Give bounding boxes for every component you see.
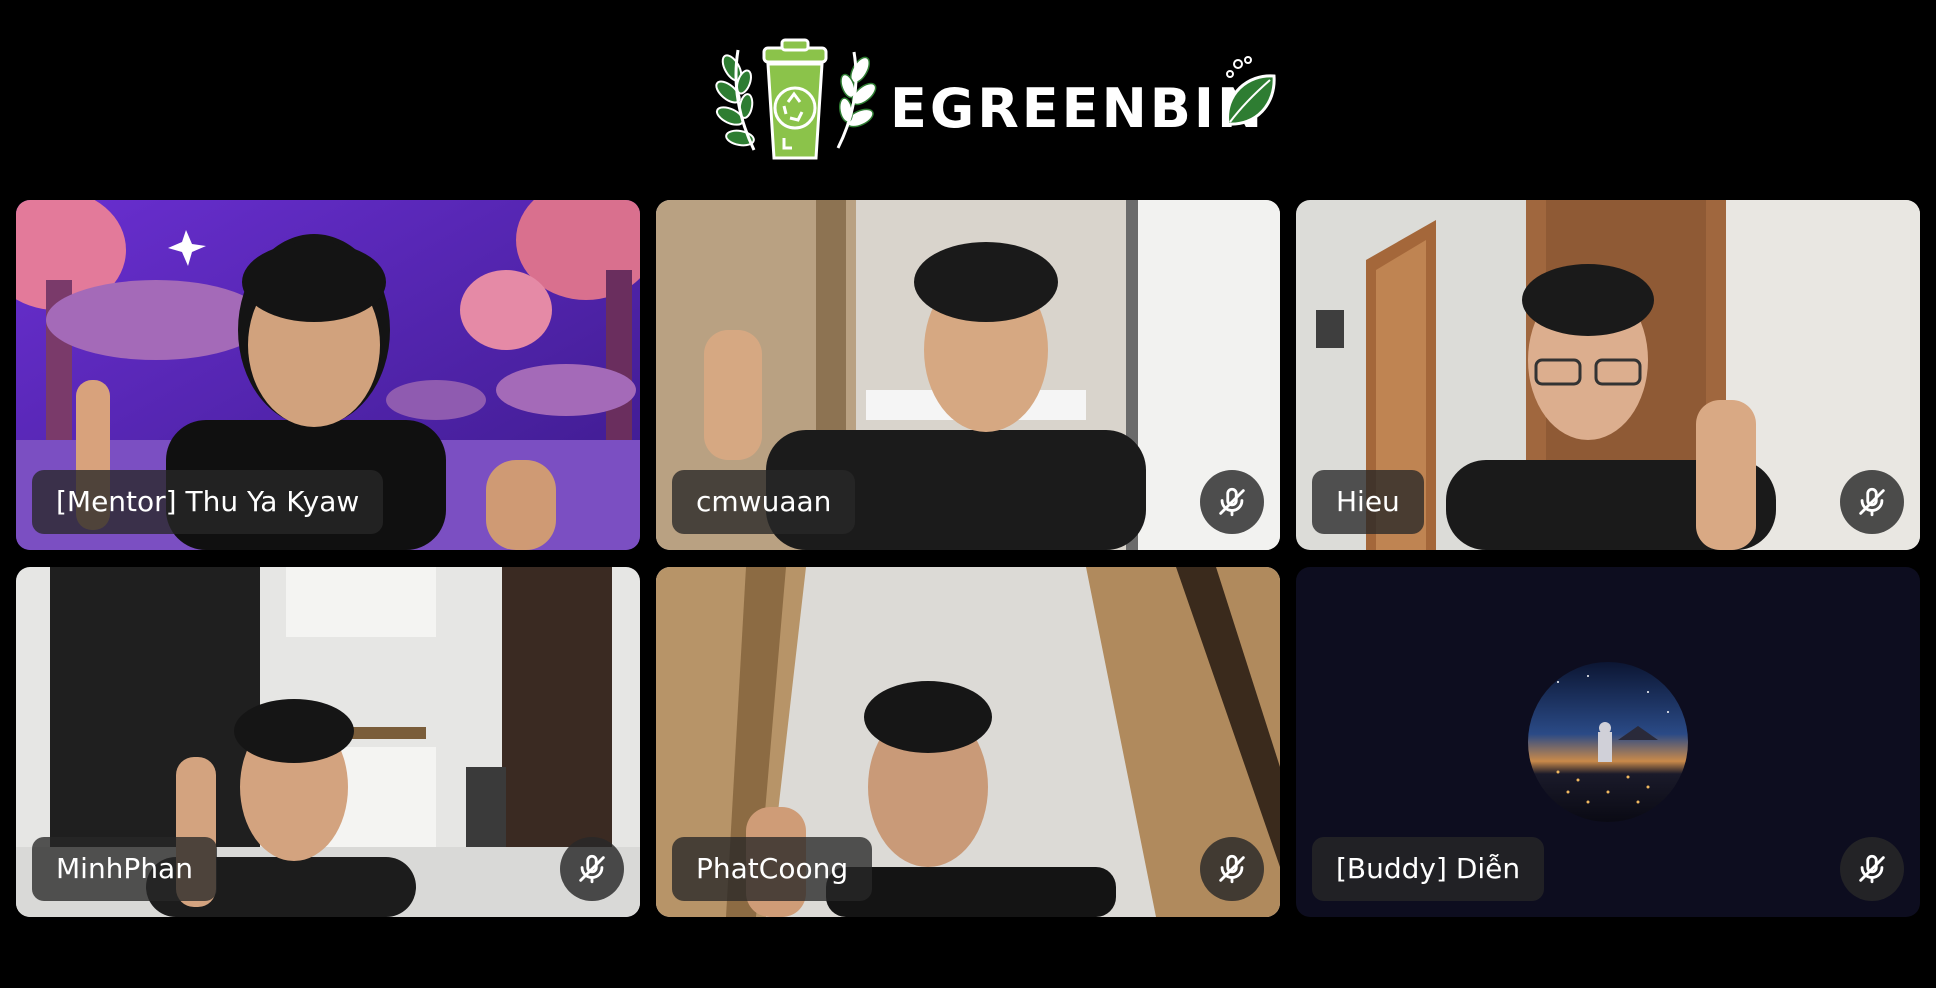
participant-name: Hieu [1312, 470, 1424, 534]
participant-tile-5[interactable]: PhatCoong [656, 567, 1280, 917]
mic-off-icon [579, 854, 605, 884]
mic-off-icon [1219, 487, 1245, 517]
egreenbin-logo: EGREENBIN [710, 30, 1280, 170]
mic-off-indicator [1840, 470, 1904, 534]
participant-name: MinhPhan [32, 837, 217, 901]
participant-tile-3[interactable]: Hieu [1296, 200, 1920, 550]
mic-off-icon [1859, 487, 1885, 517]
mic-off-indicator [1200, 837, 1264, 901]
participant-tile-1[interactable]: [Mentor] Thu Ya Kyaw [16, 200, 640, 550]
mic-off-indicator [1200, 470, 1264, 534]
participant-name: [Buddy] Diễn [1312, 837, 1545, 901]
avatar [1528, 662, 1688, 822]
logo-wordmark: EGREENBIN [890, 77, 1266, 140]
mic-off-icon [1859, 854, 1885, 884]
mic-off-icon [1219, 854, 1245, 884]
leaf-icon [1226, 56, 1276, 126]
recycle-bin-icon [715, 38, 877, 160]
participant-name: [Mentor] Thu Ya Kyaw [32, 470, 384, 534]
avatar-image [1528, 662, 1688, 822]
participant-tile-4[interactable]: MinhPhan [16, 567, 640, 917]
participant-name: PhatCoong [672, 837, 873, 901]
participant-tile-2[interactable]: cmwuaan [656, 200, 1280, 550]
meeting-stage: EGREENBIN [Mentor] Thu Ya Kyaw cmwuaan H… [0, 0, 1936, 988]
mic-off-indicator [560, 837, 624, 901]
participant-name: cmwuaan [672, 470, 856, 534]
participant-tile-6[interactable]: [Buddy] Diễn [1296, 567, 1920, 917]
mic-off-indicator [1840, 837, 1904, 901]
